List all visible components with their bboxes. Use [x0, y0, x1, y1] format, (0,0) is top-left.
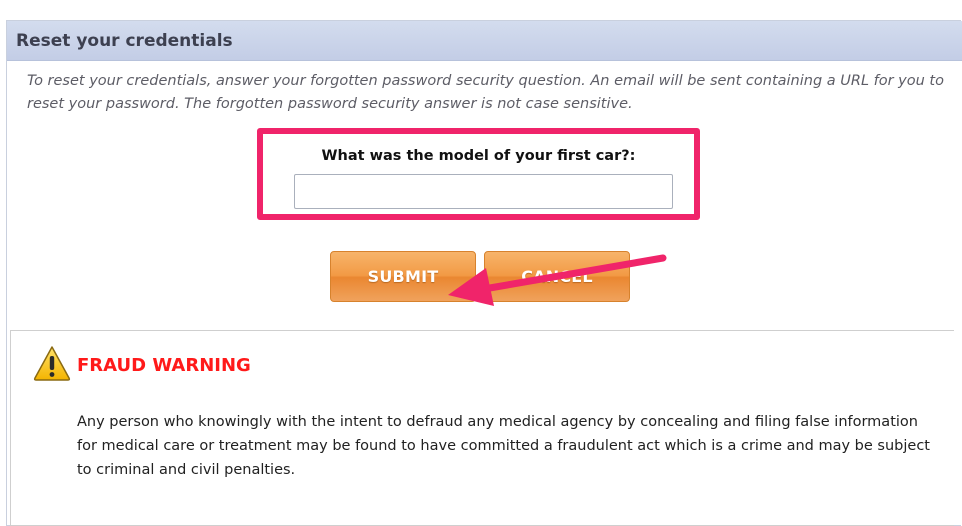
submit-button[interactable]: SUBMIT — [330, 251, 476, 302]
panel-header: Reset your credentials — [7, 21, 962, 61]
intro-text: To reset your credentials, answer your f… — [27, 73, 944, 112]
fraud-warning-text: Any person who knowingly with the intent… — [77, 414, 930, 478]
fraud-warning-title: FRAUD WARNING — [77, 355, 251, 376]
fraud-warning-box: FRAUD WARNING Any person who knowingly w… — [10, 330, 954, 526]
security-answer-input[interactable] — [294, 174, 673, 209]
security-question-highlight: What was the model of your first car?: — [257, 128, 700, 220]
cancel-button[interactable]: CANCEL — [484, 251, 630, 302]
warning-triangle-icon — [33, 346, 71, 381]
panel-title: Reset your credentials — [16, 31, 233, 51]
security-question-label: What was the model of your first car?: — [321, 148, 636, 164]
